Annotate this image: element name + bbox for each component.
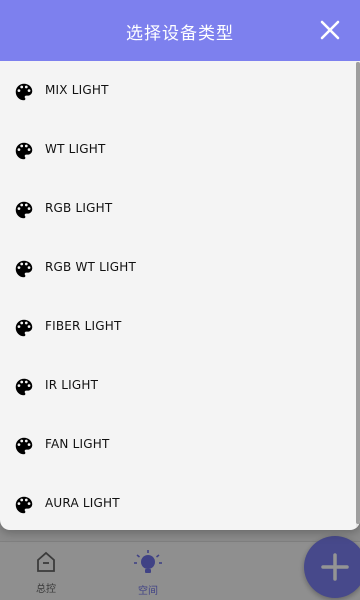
- device-type-list: MIX LIGHT WT LIGHT RGB LIGHT RGB WT LIGH…: [0, 62, 356, 530]
- palette-icon: [15, 437, 33, 455]
- device-item-label: RGB WT LIGHT: [45, 260, 136, 274]
- palette-icon: [15, 260, 33, 278]
- dialog-header: 选择设备类型: [0, 0, 360, 61]
- device-item-label: AURA LIGHT: [45, 496, 120, 510]
- device-item-label: IR LIGHT: [45, 378, 99, 392]
- device-item-aura-light[interactable]: AURA LIGHT: [0, 475, 356, 530]
- device-item-label: WT LIGHT: [45, 142, 106, 156]
- list-scrollbar-thumb[interactable]: [356, 62, 360, 524]
- palette-icon: [15, 319, 33, 337]
- device-item-mix-light[interactable]: MIX LIGHT: [0, 62, 356, 121]
- device-item-fan-light[interactable]: FAN LIGHT: [0, 416, 356, 475]
- device-item-fiber-light[interactable]: FIBER LIGHT: [0, 298, 356, 357]
- device-item-label: RGB LIGHT: [45, 201, 113, 215]
- device-item-label: MIX LIGHT: [45, 83, 109, 97]
- device-item-wt-light[interactable]: WT LIGHT: [0, 121, 356, 180]
- device-item-ir-light[interactable]: IR LIGHT: [0, 357, 356, 416]
- close-button[interactable]: [314, 14, 346, 46]
- device-item-label: FIBER LIGHT: [45, 319, 122, 333]
- close-icon: [320, 20, 340, 40]
- device-item-rgb-light[interactable]: RGB LIGHT: [0, 180, 356, 239]
- palette-icon: [15, 142, 33, 160]
- dialog-title: 选择设备类型: [126, 24, 234, 44]
- device-item-label: FAN LIGHT: [45, 437, 110, 451]
- device-item-rgb-wt-light[interactable]: RGB WT LIGHT: [0, 239, 356, 298]
- palette-icon: [15, 378, 33, 396]
- palette-icon: [15, 83, 33, 101]
- palette-icon: [15, 201, 33, 219]
- device-type-dialog: 选择设备类型 MIX LIGHT WT LIGHT RGB LIGHT RGB …: [0, 0, 360, 530]
- palette-icon: [15, 496, 33, 514]
